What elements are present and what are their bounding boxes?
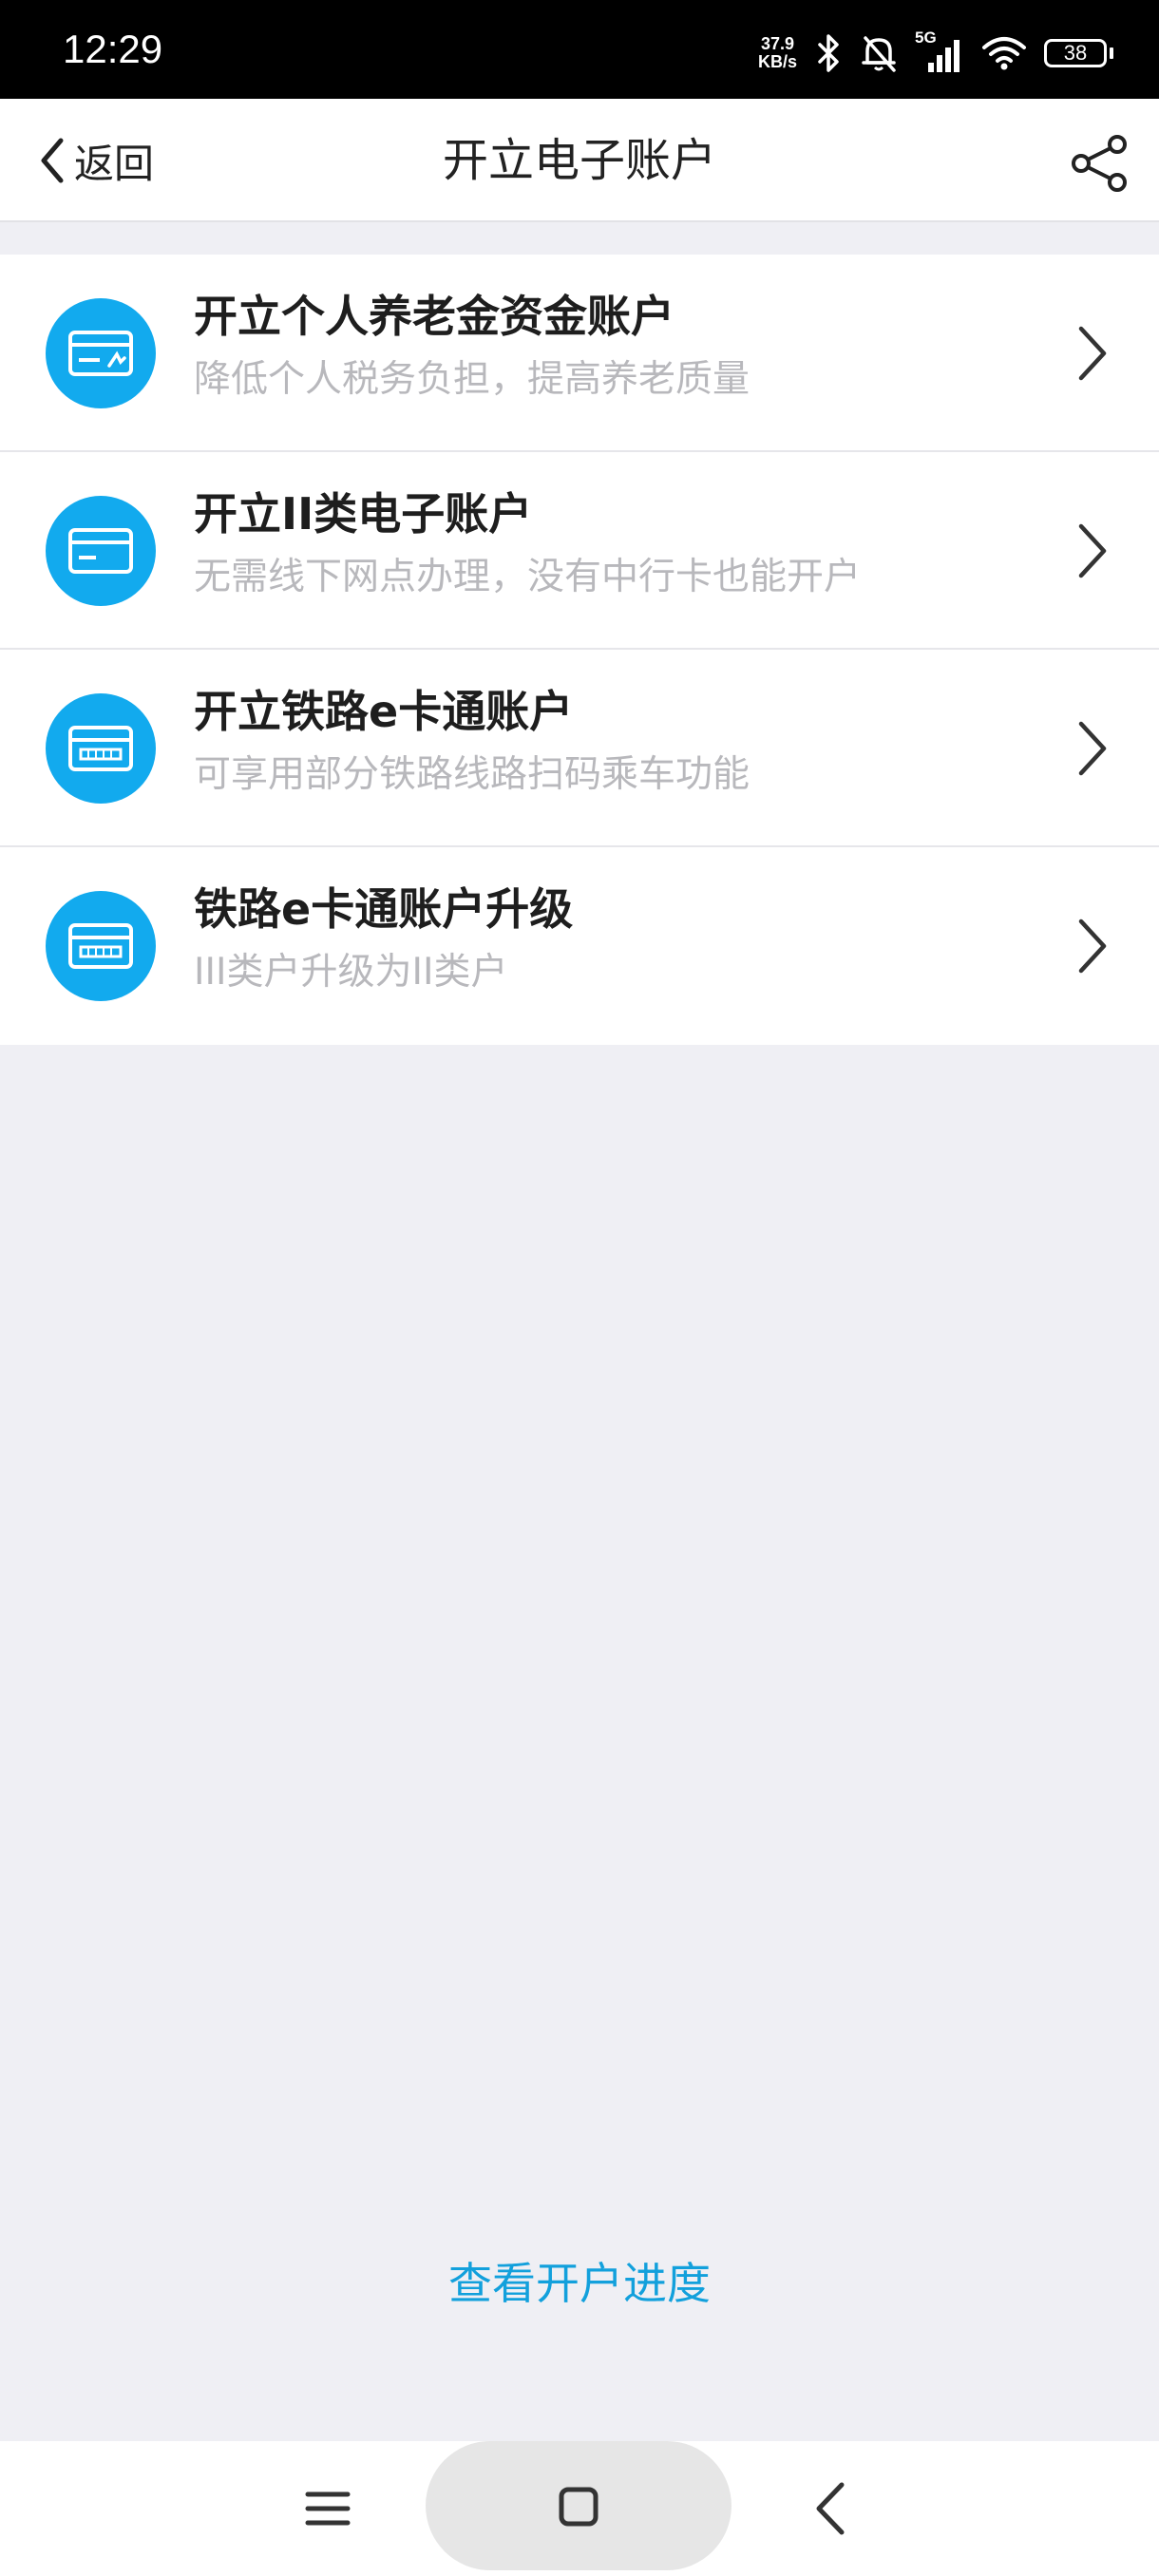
menu-icon[interactable] xyxy=(300,2481,355,2536)
network-speed-unit: KB/s xyxy=(757,52,797,71)
rail-card-icon xyxy=(46,693,156,804)
home-icon xyxy=(559,2487,598,2527)
list-item-pension-account[interactable]: 开立个人养老金资金账户 降低个人税务负担，提高养老质量 xyxy=(0,255,1159,452)
wifi-icon xyxy=(982,37,1026,70)
item-subtitle: 可享用部分铁路线路扫码乘车功能 xyxy=(194,753,750,796)
list-item-rail-card-account[interactable]: 开立铁路e卡通账户 可享用部分铁路线路扫码乘车功能 xyxy=(0,650,1159,847)
status-icons: 37.9 KB/s 5G 38 xyxy=(758,28,1113,78)
account-list: 开立个人养老金资金账户 降低个人税务负担，提高养老质量 开立II类电子账户 无需… xyxy=(0,255,1159,1045)
network-speed-value: 37.9 xyxy=(760,34,795,53)
list-item-class2-account[interactable]: 开立II类电子账户 无需线下网点办理，没有中行卡也能开户 xyxy=(0,452,1159,650)
network-speed: 37.9 KB/s xyxy=(758,35,797,71)
bank-card-icon xyxy=(46,496,156,606)
home-button[interactable] xyxy=(426,2441,732,2570)
battery-indicator: 38 xyxy=(1044,39,1113,67)
status-time: 12:29 xyxy=(63,27,163,71)
view-progress-link[interactable]: 查看开户进度 xyxy=(0,2253,1159,2314)
system-nav-bar xyxy=(0,2441,1159,2576)
share-icon[interactable] xyxy=(1070,133,1130,194)
system-back-icon[interactable] xyxy=(809,2479,851,2538)
status-bar: 12:29 37.9 KB/s 5G 38 xyxy=(0,0,1159,99)
item-subtitle: 无需线下网点办理，没有中行卡也能开户 xyxy=(194,556,862,598)
nav-bar: 返回 开立电子账户 xyxy=(0,99,1159,222)
rail-card-icon xyxy=(46,891,156,1001)
cellular-signal: 5G xyxy=(915,28,964,74)
chevron-right-icon xyxy=(1078,523,1107,578)
signal-icon xyxy=(928,40,960,72)
item-title: 开立个人养老金资金账户 xyxy=(194,291,674,342)
chevron-right-icon xyxy=(1078,326,1107,381)
item-subtitle: III类户升级为II类户 xyxy=(194,951,508,994)
battery-level: 38 xyxy=(1044,39,1107,67)
battery-tip xyxy=(1110,47,1113,59)
pension-card-icon xyxy=(46,298,156,408)
list-item-rail-card-upgrade[interactable]: 铁路e卡通账户升级 III类户升级为II类户 xyxy=(0,847,1159,1045)
page-title: 开立电子账户 xyxy=(442,134,716,187)
chevron-right-icon xyxy=(1078,919,1107,974)
bluetooth-icon xyxy=(818,34,839,72)
item-subtitle: 降低个人税务负担，提高养老质量 xyxy=(194,358,750,401)
item-title: 铁路e卡通账户升级 xyxy=(194,883,574,935)
item-title: 开立铁路e卡通账户 xyxy=(194,686,574,737)
muted-bell-icon xyxy=(862,36,896,72)
item-title: 开立II类电子账户 xyxy=(194,488,533,540)
chevron-right-icon xyxy=(1078,721,1107,776)
